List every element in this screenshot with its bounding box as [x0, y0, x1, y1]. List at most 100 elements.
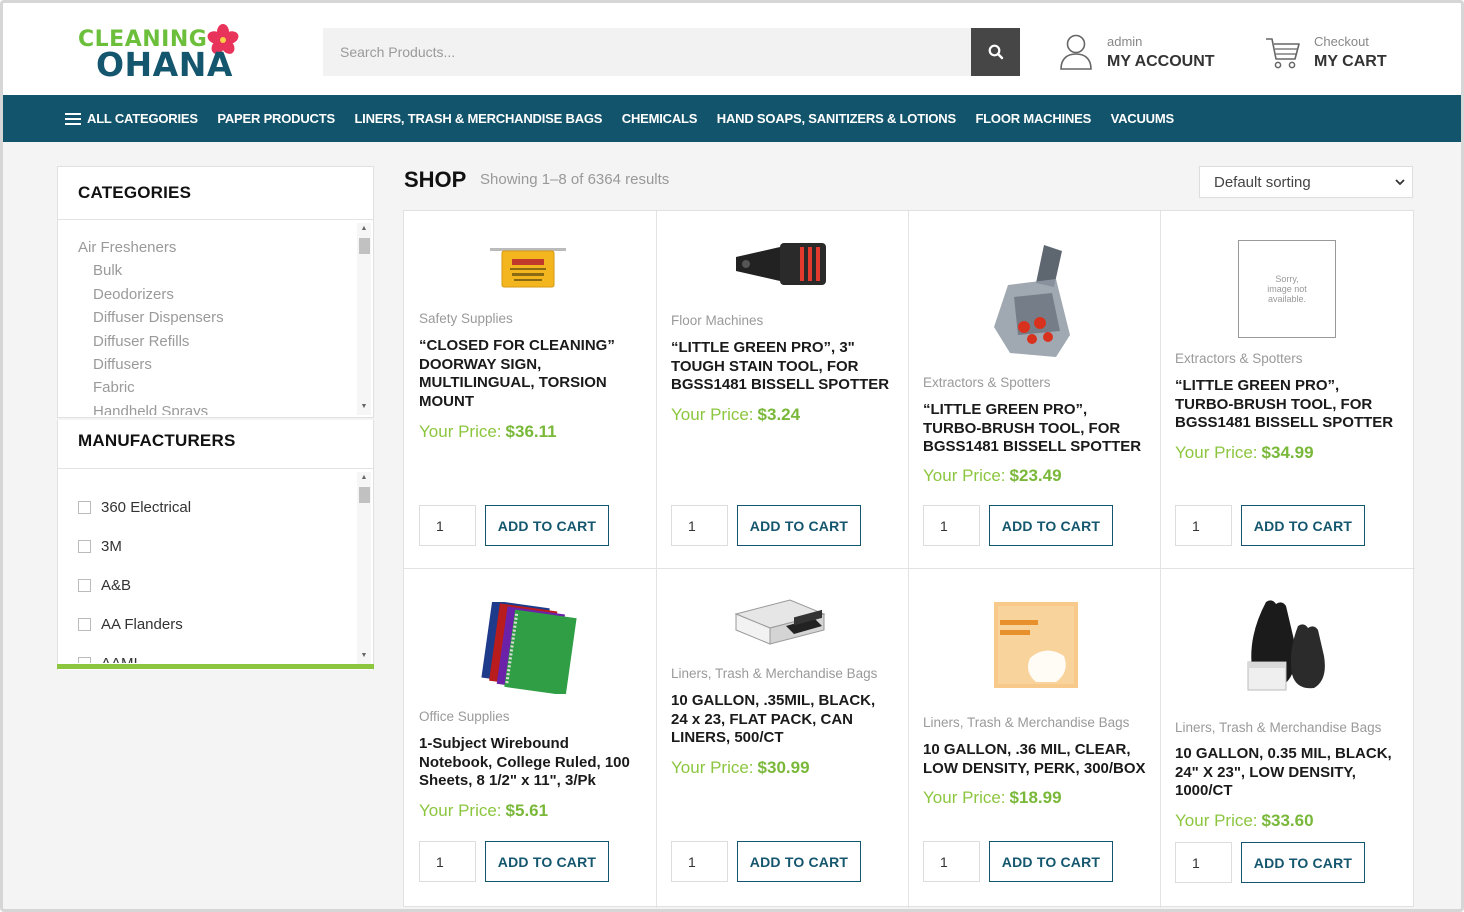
product-name[interactable]: 1-Subject Wirebound Notebook, College Ru…: [419, 735, 644, 791]
product-category[interactable]: Extractors & Spotters: [923, 375, 1051, 390]
category-item[interactable]: Bulk: [78, 260, 368, 283]
cart-checkout-label: Checkout: [1314, 34, 1369, 49]
manufacturer-checkbox[interactable]: [78, 540, 91, 553]
product-category[interactable]: Liners, Trash & Merchandise Bags: [923, 715, 1129, 730]
add-to-cart-button[interactable]: ADD TO CART: [989, 841, 1113, 882]
quantity-input[interactable]: [419, 505, 476, 546]
category-item[interactable]: Air Fresheners: [78, 237, 368, 260]
price-value: $30.99: [757, 758, 810, 777]
can-liners-box-icon[interactable]: [732, 596, 828, 646]
my-cart-link[interactable]: Checkout MY CART: [1265, 31, 1415, 75]
product-category[interactable]: Safety Supplies: [419, 311, 513, 326]
add-to-cart-button[interactable]: ADD TO CART: [485, 841, 609, 882]
category-item[interactable]: Fabric: [78, 377, 368, 400]
search-input[interactable]: [323, 28, 973, 76]
quantity-input[interactable]: [923, 841, 980, 882]
product-category[interactable]: Liners, Trash & Merchandise Bags: [1175, 720, 1381, 735]
manufacturer-item[interactable]: AAMI: [78, 644, 348, 663]
scroll-thumb[interactable]: [359, 487, 370, 503]
product-name[interactable]: “CLOSED FOR CLEANING” DOORWAY SIGN, MULT…: [419, 337, 644, 411]
add-to-cart-button[interactable]: ADD TO CART: [989, 505, 1113, 546]
manufacturer-label: 3M: [101, 538, 122, 555]
logo-text-bottom: OHANA: [96, 45, 233, 84]
category-item[interactable]: Diffusers: [78, 354, 368, 377]
scroll-down-icon[interactable]: ▼: [357, 401, 371, 413]
quantity-input[interactable]: [671, 505, 728, 546]
price-label: Your Price:: [671, 405, 754, 424]
product-name[interactable]: “LITTLE GREEN PRO”, TURBO-BRUSH TOOL, FO…: [1175, 377, 1400, 433]
manufacturer-item[interactable]: AA Flanders: [78, 605, 348, 644]
account-label: MY ACCOUNT: [1107, 53, 1215, 70]
add-to-cart-button[interactable]: ADD TO CART: [737, 505, 861, 546]
manufacturer-checkbox[interactable]: [78, 657, 91, 663]
manufacturer-label: A&B: [101, 577, 132, 594]
nav-vacuums[interactable]: VACUUMS: [1111, 111, 1175, 126]
search-button[interactable]: [971, 28, 1020, 76]
category-item[interactable]: Diffuser Refills: [78, 331, 368, 354]
product-card: Liners, Trash & Merchandise Bags 10 GALL…: [656, 568, 908, 909]
add-to-cart-button[interactable]: ADD TO CART: [737, 841, 861, 882]
manufacturer-item[interactable]: 360 Electrical: [78, 488, 348, 527]
category-item[interactable]: Diffuser Dispensers: [78, 307, 368, 330]
no-image-placeholder[interactable]: Sorry, image not available.: [1238, 240, 1336, 338]
turbo-brush-icon[interactable]: [984, 239, 1084, 363]
manufacturers-scrollbar[interactable]: ▲ ▼: [357, 472, 371, 664]
add-to-cart-button[interactable]: ADD TO CART: [1241, 842, 1365, 883]
price-value: $36.11: [505, 422, 557, 441]
add-to-cart-button[interactable]: ADD TO CART: [1241, 505, 1365, 546]
quantity-input[interactable]: [671, 841, 728, 882]
trash-bag-box-icon[interactable]: [990, 598, 1082, 692]
manufacturer-item[interactable]: A&B: [78, 566, 348, 605]
product-price: Your Price: $23.49: [923, 466, 1062, 486]
product-card: Sorry, image not available. Extractors &…: [1160, 211, 1412, 568]
notebooks-icon[interactable]: [480, 602, 580, 694]
sort-value: Default sorting: [1214, 173, 1311, 191]
price-value: $3.24: [757, 405, 801, 424]
product-category[interactable]: Floor Machines: [671, 313, 763, 328]
divider: [58, 468, 373, 469]
scroll-up-icon[interactable]: ▲: [357, 223, 371, 235]
nav-hand-soaps[interactable]: HAND SOAPS, SANITIZERS & LOTIONS: [717, 111, 956, 126]
product-name[interactable]: 10 GALLON, .36 MIL, CLEAR, LOW DENSITY, …: [923, 741, 1148, 778]
scroll-thumb[interactable]: [359, 238, 370, 254]
category-item[interactable]: Handheld Sprays: [78, 401, 368, 415]
nav-floor-machines[interactable]: FLOOR MACHINES: [975, 111, 1091, 126]
price-label: Your Price:: [923, 466, 1006, 485]
scroll-up-icon[interactable]: ▲: [357, 472, 371, 484]
nav-all-categories[interactable]: ALL CATEGORIES: [65, 111, 198, 126]
manufacturer-item[interactable]: 3M: [78, 527, 348, 566]
product-name[interactable]: “LITTLE GREEN PRO”, 3" TOUGH STAIN TOOL,…: [671, 339, 896, 395]
sort-select[interactable]: Default sorting: [1199, 166, 1413, 198]
quantity-input[interactable]: [923, 505, 980, 546]
site-logo[interactable]: CLEANING OHANA: [78, 23, 268, 85]
categories-scrollbar[interactable]: ▲ ▼: [357, 223, 371, 415]
category-item[interactable]: Deodorizers: [78, 284, 368, 307]
product-category[interactable]: Office Supplies: [419, 709, 510, 724]
product-price: Your Price: $3.24: [671, 405, 800, 425]
manufacturer-checkbox[interactable]: [78, 618, 91, 631]
sidebar-accent-bar: [57, 664, 374, 669]
stain-tool-icon[interactable]: [732, 239, 832, 289]
product-name[interactable]: 10 GALLON, 0.35 MIL, BLACK, 24" X 23", L…: [1175, 745, 1400, 801]
add-to-cart-button[interactable]: ADD TO CART: [485, 505, 609, 546]
product-name[interactable]: 10 GALLON, .35MIL, BLACK, 24 x 23, FLAT …: [671, 692, 896, 748]
site-header: CLEANING OHANA Search Products... admin …: [3, 3, 1461, 95]
quantity-input[interactable]: [1175, 505, 1232, 546]
quantity-input[interactable]: [419, 841, 476, 882]
manufacturer-checkbox[interactable]: [78, 501, 91, 514]
nav-liners-trash-bags[interactable]: LINERS, TRASH & MERCHANDISE BAGS: [354, 111, 602, 126]
product-card: Office Supplies 1-Subject Wirebound Note…: [404, 568, 656, 909]
product-name[interactable]: “LITTLE GREEN PRO”, TURBO-BRUSH TOOL, FO…: [923, 401, 1148, 457]
nav-chemicals[interactable]: CHEMICALS: [622, 111, 698, 126]
product-category[interactable]: Liners, Trash & Merchandise Bags: [671, 666, 877, 681]
my-account-link[interactable]: admin MY ACCOUNT: [1059, 31, 1219, 75]
categories-list: Air Fresheners Bulk Deodorizers Diffuser…: [78, 237, 368, 415]
closed-sign-icon[interactable]: [488, 245, 568, 291]
scroll-down-icon[interactable]: ▼: [357, 650, 371, 662]
manufacturer-checkbox[interactable]: [78, 579, 91, 592]
product-category[interactable]: Extractors & Spotters: [1175, 351, 1303, 366]
black-trash-bags-icon[interactable]: [1242, 596, 1332, 700]
price-value: $23.49: [1009, 466, 1062, 485]
quantity-input[interactable]: [1175, 842, 1232, 883]
nav-paper-products[interactable]: PAPER PRODUCTS: [217, 111, 335, 126]
